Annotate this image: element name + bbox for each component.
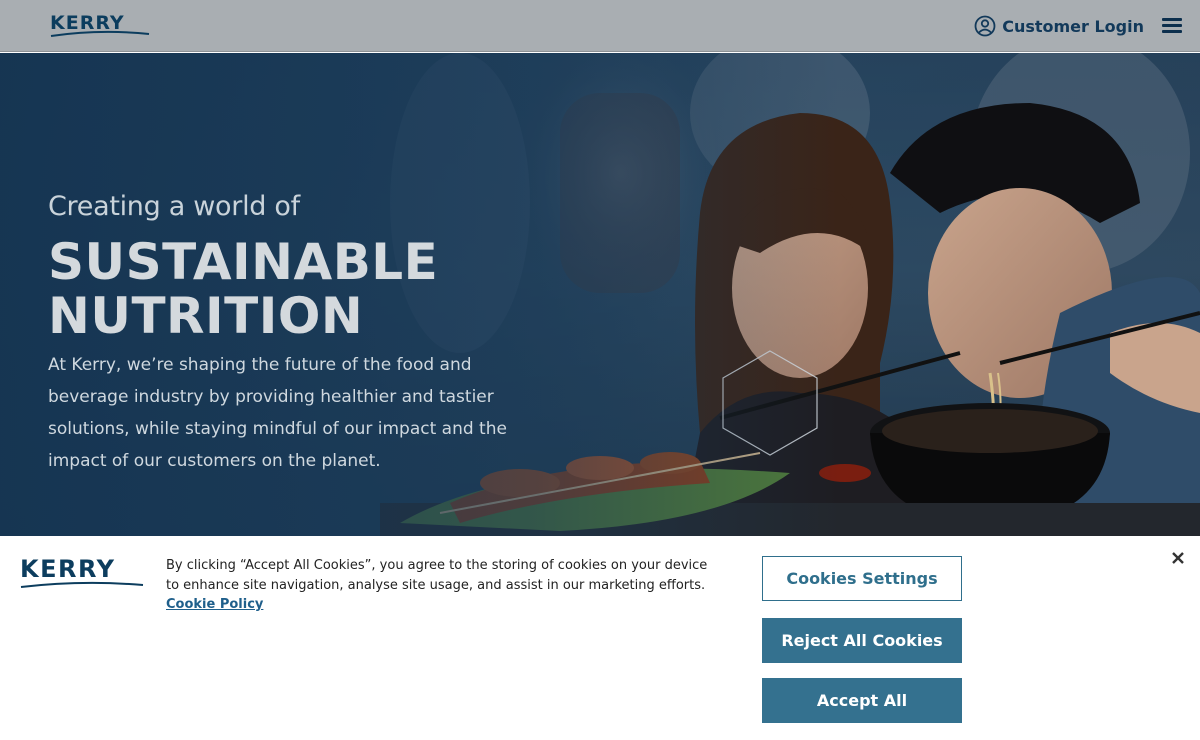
cookie-banner-logo: KERRY — [20, 556, 145, 596]
logo-swoosh-icon — [50, 30, 150, 37]
hamburger-menu-icon[interactable] — [1162, 18, 1182, 34]
user-circle-icon — [974, 15, 996, 37]
hero-title-line-2: NUTRITION — [48, 287, 364, 345]
hero-title: SUSTAINABLE NUTRITION — [48, 235, 518, 343]
hero-text-block: Creating a world of SUSTAINABLE NUTRITIO… — [48, 189, 518, 477]
accept-all-button[interactable]: Accept All — [762, 678, 962, 723]
customer-login-link[interactable]: Customer Login — [974, 13, 1144, 39]
hero-description: At Kerry, we’re shaping the future of th… — [48, 355, 507, 471]
logo-swoosh-icon — [20, 581, 144, 588]
cookie-logo-text: KERRY — [20, 555, 116, 583]
cookie-message-text: By clicking “Accept All Cookies”, you ag… — [166, 558, 708, 593]
close-icon[interactable] — [1170, 550, 1186, 566]
customer-login-label: Customer Login — [1002, 16, 1144, 36]
hero-pretitle: Creating a world of — [48, 191, 300, 222]
cookie-banner: KERRY By clicking “Accept All Cookies”, … — [0, 536, 1200, 740]
site-header: KERRY Customer Login — [0, 0, 1200, 52]
kerry-logo[interactable]: KERRY — [50, 12, 150, 40]
hero-section: Creating a world of SUSTAINABLE NUTRITIO… — [0, 53, 1200, 536]
cookie-message: By clicking “Accept All Cookies”, you ag… — [166, 556, 711, 615]
reject-all-cookies-button[interactable]: Reject All Cookies — [762, 618, 962, 663]
hero-title-line-1: SUSTAINABLE — [48, 233, 439, 291]
cookie-policy-link[interactable]: Cookie Policy — [166, 597, 263, 612]
cookies-settings-button[interactable]: Cookies Settings — [762, 556, 962, 601]
